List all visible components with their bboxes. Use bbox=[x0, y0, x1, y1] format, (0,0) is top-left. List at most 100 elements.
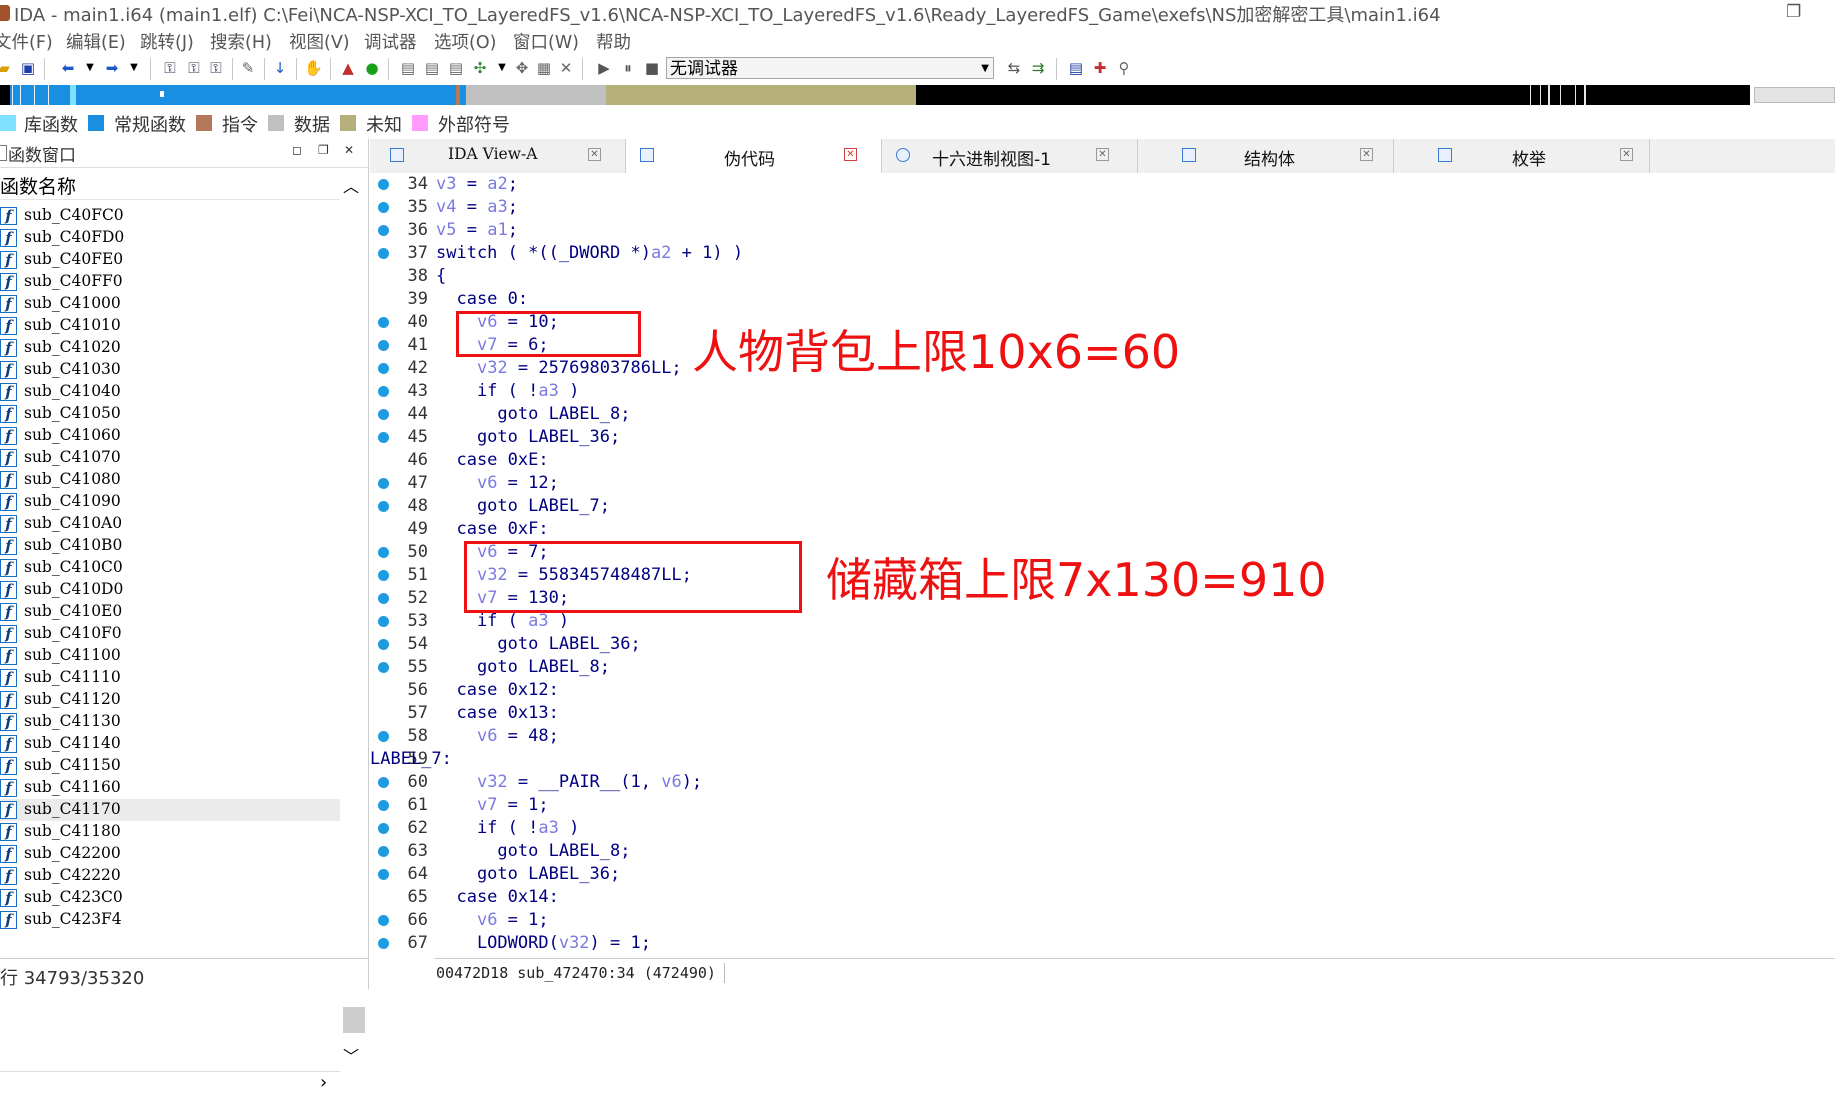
debugger-select[interactable]: 无调试器 ▼ bbox=[666, 57, 994, 79]
code-line[interactable]: 43 if ( !a3 ) bbox=[370, 380, 1835, 403]
function-name-column-header[interactable]: 函数名称 bbox=[0, 169, 340, 200]
scroll-right-icon[interactable]: › bbox=[320, 1072, 327, 1093]
list-item[interactable]: f sub_C41130 bbox=[0, 711, 340, 733]
code-line[interactable]: 64 goto LABEL_36; bbox=[370, 863, 1835, 886]
list-item[interactable]: f sub_C41050 bbox=[0, 403, 340, 425]
tab-hex-view[interactable]: 十六进制视图-1 ✕ bbox=[882, 139, 1138, 173]
menu-edit[interactable]: 编辑(E) bbox=[66, 29, 126, 54]
breakpoint-dot-icon[interactable] bbox=[378, 869, 389, 880]
breakpoint-dot-icon[interactable] bbox=[378, 317, 389, 328]
function-list-hscroll[interactable]: › bbox=[0, 1071, 340, 1096]
restore-window-icon[interactable]: ❐ bbox=[1786, 2, 1801, 22]
breakpoint-dot-icon[interactable] bbox=[378, 731, 389, 742]
breakpoint-dot-icon[interactable] bbox=[378, 662, 389, 673]
list-item[interactable]: f sub_C41170 bbox=[0, 799, 340, 821]
list-item[interactable]: f sub_C41000 bbox=[0, 293, 340, 315]
tab-structures[interactable]: 结构体 ✕ bbox=[1138, 139, 1394, 173]
open-folder-icon[interactable]: ▰ bbox=[0, 59, 12, 77]
menu-jump[interactable]: 跳转(J) bbox=[140, 29, 194, 54]
code-line[interactable]: 38 { bbox=[370, 265, 1835, 288]
panel-float-icon[interactable]: ◻ bbox=[292, 143, 302, 157]
code-line[interactable]: 67 LODWORD(v32) = 1; bbox=[370, 932, 1835, 955]
struct-icon-1[interactable]: ▤ bbox=[400, 59, 416, 77]
code-line[interactable]: 61 v7 = 1; bbox=[370, 794, 1835, 817]
code-line[interactable]: 55 goto LABEL_8; bbox=[370, 656, 1835, 679]
list-item[interactable]: f sub_C410C0 bbox=[0, 557, 340, 579]
breakpoint-dot-icon[interactable] bbox=[378, 432, 389, 443]
code-line[interactable]: 57 case 0x13: bbox=[370, 702, 1835, 725]
breakpoint-dot-icon[interactable] bbox=[378, 179, 389, 190]
code-line[interactable]: 48 goto LABEL_7; bbox=[370, 495, 1835, 518]
back-dropdown-icon[interactable]: ▼ bbox=[82, 59, 98, 77]
tab-pseudocode[interactable]: 伪代码 ✕ bbox=[626, 139, 882, 173]
struct-icon-3[interactable]: ▤ bbox=[448, 59, 464, 77]
list-item[interactable]: f sub_C41020 bbox=[0, 337, 340, 359]
close-icon[interactable]: ✕ bbox=[844, 148, 857, 161]
stop-icon[interactable]: ■ bbox=[644, 59, 660, 77]
code-line[interactable]: 46 case 0xE: bbox=[370, 449, 1835, 472]
code-line[interactable]: 47 v6 = 12; bbox=[370, 472, 1835, 495]
list-item[interactable]: f sub_C41010 bbox=[0, 315, 340, 337]
code-line[interactable]: 60 v32 = __PAIR__(1, v6); bbox=[370, 771, 1835, 794]
struct-icon-2[interactable]: ▤ bbox=[424, 59, 440, 77]
code-line[interactable]: 54 goto LABEL_36; bbox=[370, 633, 1835, 656]
list-item[interactable]: f sub_C42220 bbox=[0, 865, 340, 887]
menu-window[interactable]: 窗口(W) bbox=[513, 29, 579, 54]
code-line[interactable]: 53 if ( a3 ) bbox=[370, 610, 1835, 633]
list-item[interactable]: f sub_C41160 bbox=[0, 777, 340, 799]
tool-icon-b[interactable]: ▦ bbox=[536, 59, 552, 77]
list-item[interactable]: f sub_C41120 bbox=[0, 689, 340, 711]
close-icon[interactable]: ✕ bbox=[588, 148, 601, 161]
breakpoint-dot-icon[interactable] bbox=[378, 616, 389, 627]
breakpoint-dot-icon[interactable] bbox=[378, 777, 389, 788]
close-icon[interactable]: ✕ bbox=[1096, 148, 1109, 161]
panel-restore-icon[interactable]: ❐ bbox=[318, 143, 329, 157]
list-item[interactable]: f sub_C410A0 bbox=[0, 513, 340, 535]
breakpoint-dot-icon[interactable] bbox=[378, 202, 389, 213]
list-item[interactable]: f sub_C40FF0 bbox=[0, 271, 340, 293]
attach-icon[interactable]: ⇆ bbox=[1006, 59, 1022, 77]
menu-debugger[interactable]: 调试器 bbox=[364, 29, 417, 54]
list-item[interactable]: f sub_C41080 bbox=[0, 469, 340, 491]
code-line[interactable]: 63 goto LABEL_8; bbox=[370, 840, 1835, 863]
close-icon[interactable]: ✕ bbox=[1360, 148, 1373, 161]
code-line[interactable]: 34 v3 = a2; bbox=[370, 173, 1835, 196]
menu-search[interactable]: 搜索(H) bbox=[210, 29, 272, 54]
list-item[interactable]: f sub_C423F4 bbox=[0, 909, 340, 931]
xref-icon[interactable]: ✣ bbox=[472, 59, 488, 77]
menu-help[interactable]: 帮助 bbox=[596, 29, 631, 54]
code-line[interactable]: 44 goto LABEL_8; bbox=[370, 403, 1835, 426]
list-item[interactable]: f sub_C410F0 bbox=[0, 623, 340, 645]
xref-dropdown-icon[interactable]: ▼ bbox=[494, 59, 510, 77]
back-arrow-icon[interactable]: ⬅ bbox=[60, 59, 76, 77]
tab-ida-view-a[interactable]: IDA View-A ✕ bbox=[370, 139, 626, 173]
code-line[interactable]: 36 v5 = a1; bbox=[370, 219, 1835, 242]
list-item[interactable]: f sub_C410E0 bbox=[0, 601, 340, 623]
menu-options[interactable]: 选项(O) bbox=[434, 29, 496, 54]
list-item[interactable]: f sub_C40FD0 bbox=[0, 227, 340, 249]
code-line[interactable]: 39 case 0: bbox=[370, 288, 1835, 311]
detach-icon[interactable]: ⇉ bbox=[1030, 59, 1046, 77]
list-item[interactable]: f sub_C410B0 bbox=[0, 535, 340, 557]
tool-icon-c[interactable]: ✕ bbox=[558, 59, 574, 77]
menu-view[interactable]: 视图(V) bbox=[289, 29, 350, 54]
breakpoint-dot-icon[interactable] bbox=[378, 363, 389, 374]
breakpoint-dot-icon[interactable] bbox=[378, 248, 389, 259]
code-line[interactable]: 66 v6 = 1; bbox=[370, 909, 1835, 932]
close-icon[interactable]: ✕ bbox=[1620, 148, 1633, 161]
tool-icon-a[interactable]: ✥ bbox=[514, 59, 530, 77]
list-item[interactable]: f sub_C40FC0 bbox=[0, 205, 340, 227]
breakpoint-dot-icon[interactable] bbox=[378, 915, 389, 926]
code-line[interactable]: 49 case 0xF: bbox=[370, 518, 1835, 541]
down-arrow-icon[interactable]: ↓ bbox=[272, 59, 288, 77]
breakpoint-dot-icon[interactable] bbox=[378, 800, 389, 811]
forward-dropdown-icon[interactable]: ▼ bbox=[126, 59, 142, 77]
breakpoint-dot-icon[interactable] bbox=[378, 386, 389, 397]
code-line[interactable]: 62 if ( !a3 ) bbox=[370, 817, 1835, 840]
notes-icon[interactable]: ▤ bbox=[1068, 59, 1084, 77]
list-item[interactable]: f sub_C41140 bbox=[0, 733, 340, 755]
binary-search-icon[interactable]: ⚿ bbox=[162, 59, 178, 77]
list-item[interactable]: f sub_C41110 bbox=[0, 667, 340, 689]
graph-icon[interactable]: ▲ bbox=[340, 59, 356, 77]
pause-icon[interactable]: ⏸ bbox=[620, 59, 636, 77]
